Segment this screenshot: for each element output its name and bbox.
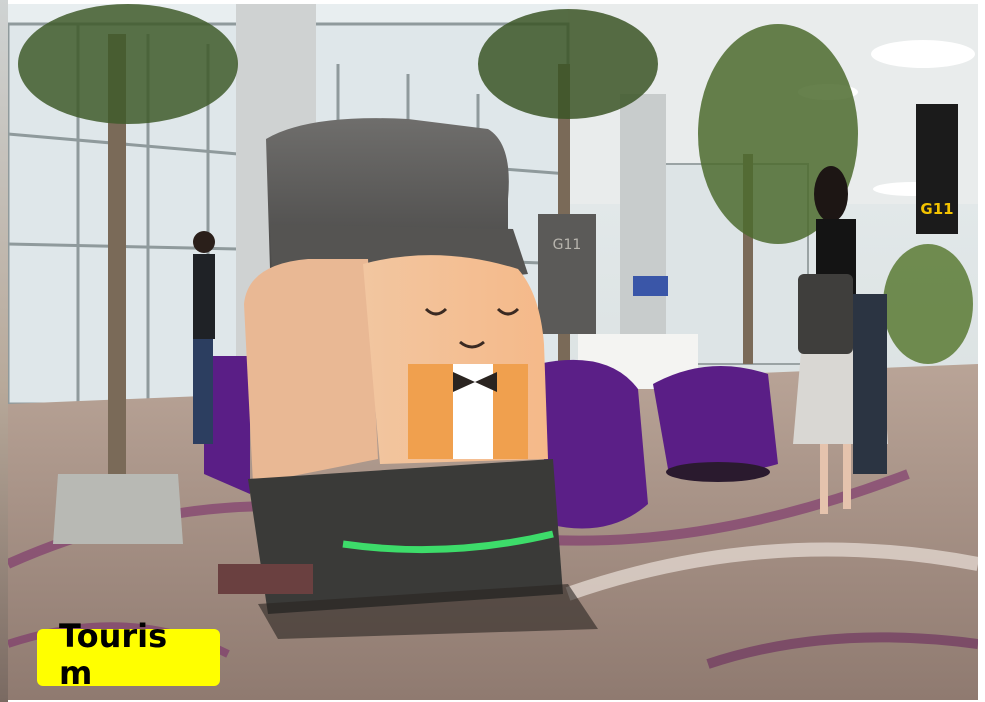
ceiling-light	[871, 40, 975, 68]
robot-body-left	[244, 259, 378, 484]
image-frame: G11 G11 Tourism	[0, 0, 985, 702]
purple-chair-base	[666, 462, 770, 482]
pillar	[620, 94, 666, 344]
desk-screen	[633, 276, 668, 296]
left-edge-strip	[0, 0, 8, 702]
person-left	[193, 231, 215, 444]
gate-panel-label: G11	[553, 237, 582, 253]
gate-sign: G11	[916, 104, 958, 234]
caption-label: Tourism	[59, 617, 168, 692]
gate-sign-label: G11	[920, 200, 953, 218]
airport-robot-photo: G11 G11	[8, 4, 978, 700]
right-edge-strip	[978, 0, 985, 702]
gate-panel: G11	[538, 214, 596, 334]
robot-bumper	[218, 564, 313, 594]
purple-chair	[653, 366, 778, 473]
